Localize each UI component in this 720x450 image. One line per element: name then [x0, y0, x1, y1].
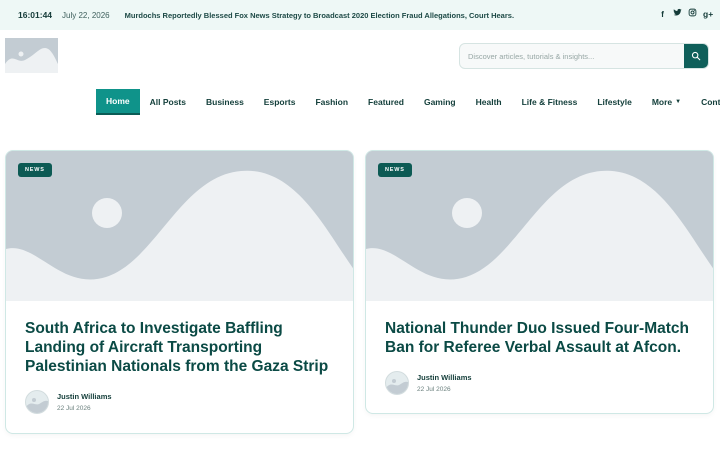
article-card[interactable]: NEWS South Africa to Investigate Bafflin…	[5, 150, 354, 434]
nav-item-life-fitness[interactable]: Life & Fitness	[512, 89, 588, 115]
google-plus-icon[interactable]: g+	[703, 8, 713, 20]
current-date: July 22, 2026	[62, 10, 110, 20]
post-date: 22 Jul 2026	[417, 386, 451, 393]
twitter-icon[interactable]	[673, 8, 682, 20]
top-bar: 16:01:44 July 22, 2026 Murdochs Reported…	[0, 0, 720, 30]
avatar[interactable]	[25, 390, 49, 414]
search-input[interactable]	[460, 44, 686, 68]
avatar[interactable]	[385, 371, 409, 395]
search-icon	[691, 51, 701, 61]
nav-item-lifestyle[interactable]: Lifestyle	[587, 89, 642, 115]
article-title[interactable]: National Thunder Duo Issued Four-Match B…	[385, 319, 694, 357]
current-time: 16:01:44	[18, 10, 53, 20]
nav-item-contact-us[interactable]: Contact Us	[691, 89, 720, 115]
article-image[interactable]: NEWS	[6, 151, 353, 301]
nav-item-esports[interactable]: Esports	[254, 89, 306, 115]
search-bar	[459, 43, 709, 69]
author-name[interactable]: Justin Williams	[417, 373, 472, 382]
author-name[interactable]: Justin Williams	[57, 392, 112, 401]
nav-item-featured[interactable]: Featured	[358, 89, 414, 115]
nav-item-more[interactable]: More ▼	[642, 89, 691, 115]
social-links: f g+	[658, 8, 713, 20]
article-image[interactable]: NEWS	[366, 151, 713, 301]
article-title[interactable]: South Africa to Investigate Baffling Lan…	[25, 319, 334, 376]
nav-item-business[interactable]: Business	[196, 89, 254, 115]
nav-more-label: More	[651, 97, 673, 107]
instagram-icon[interactable]	[688, 8, 697, 20]
nav-item-gaming[interactable]: Gaming	[414, 89, 466, 115]
post-date: 22 Jul 2026	[57, 405, 91, 412]
facebook-icon[interactable]: f	[658, 8, 667, 20]
nav-item-health[interactable]: Health	[466, 89, 512, 115]
site-logo[interactable]	[5, 38, 58, 73]
nav-item-all-posts[interactable]: All Posts	[140, 89, 196, 115]
chevron-down-icon: ▼	[675, 99, 682, 105]
main-nav: Home All Posts Business Esports Fashion …	[96, 89, 720, 115]
breaking-headline-link[interactable]: Murdochs Reportedly Blessed Fox News Str…	[125, 11, 514, 20]
article-card[interactable]: NEWS National Thunder Duo Issued Four-Ma…	[365, 150, 714, 414]
author-block: Justin Williams 22 Jul 2026	[25, 390, 334, 414]
nav-item-home[interactable]: Home	[96, 89, 140, 115]
search-button[interactable]	[684, 44, 708, 68]
category-badge[interactable]: NEWS	[18, 163, 52, 177]
nav-item-fashion[interactable]: Fashion	[305, 89, 358, 115]
author-block: Justin Williams 22 Jul 2026	[385, 371, 694, 395]
category-badge[interactable]: NEWS	[378, 163, 412, 177]
